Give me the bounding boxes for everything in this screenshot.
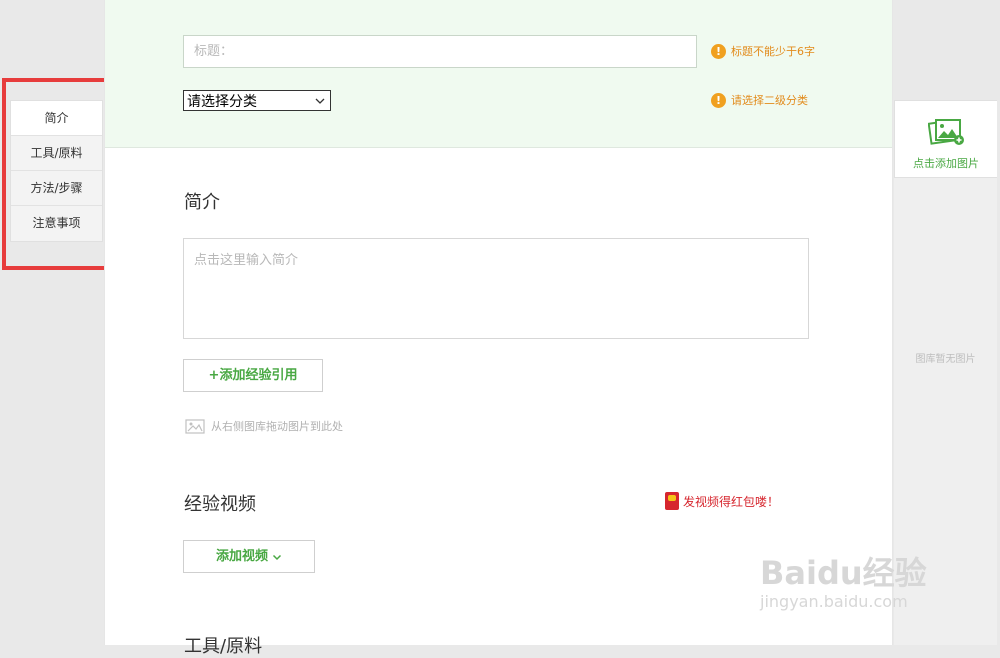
- nav-item-steps[interactable]: 方法/步骤: [11, 171, 102, 206]
- watermark-brand: Baidu经验: [760, 554, 927, 592]
- add-video-button[interactable]: 添加视频: [183, 540, 315, 573]
- title-hint-text: 标题不能少于6字: [731, 45, 815, 58]
- intro-heading: 简介: [184, 192, 220, 213]
- image-icon: [185, 419, 205, 434]
- chevron-down-icon: [272, 554, 282, 560]
- warning-icon: !: [711, 92, 726, 108]
- video-promo[interactable]: 发视频得红包喽！: [665, 492, 779, 510]
- red-envelope-icon: [665, 492, 679, 510]
- watermark-url: jingyan.baidu.com: [760, 592, 908, 611]
- add-reference-button[interactable]: +添加经验引用: [183, 359, 323, 392]
- empty-library-text: 图库暂无图片: [915, 354, 976, 365]
- drag-hint-text: 从右侧图库拖动图片到此处: [211, 420, 343, 433]
- warning-icon: !: [711, 43, 726, 59]
- nav-item-notes[interactable]: 注意事项: [11, 206, 102, 241]
- add-image-button[interactable]: 点击添加图片: [894, 100, 997, 178]
- category-hint: ! 请选择二级分类: [711, 92, 808, 108]
- baidu-watermark: Baidu经验 jingyan.baidu.com: [760, 548, 927, 611]
- title-hint: ! 标题不能少于6字: [711, 43, 815, 59]
- intro-textarea[interactable]: 点击这里输入简介: [183, 238, 809, 339]
- title-input[interactable]: [183, 35, 697, 68]
- chevron-down-icon: [315, 98, 325, 104]
- add-image-icon: [927, 119, 964, 145]
- video-heading: 经验视频: [184, 494, 256, 515]
- nav-item-intro[interactable]: 简介: [11, 101, 102, 136]
- nav-item-tools[interactable]: 工具/原料: [11, 136, 102, 171]
- tools-heading: 工具/原料: [184, 636, 263, 657]
- category-hint-text: 请选择二级分类: [731, 94, 808, 107]
- video-promo-text: 发视频得红包喽！: [683, 494, 780, 509]
- category-selected-value: 请选择分类: [187, 93, 257, 110]
- add-image-label: 点击添加图片: [913, 157, 979, 170]
- header-panel: ! 标题不能少于6字 请选择分类 ! 请选择二级分类: [105, 0, 892, 148]
- intro-placeholder: 点击这里输入简介: [194, 253, 299, 268]
- left-nav: 简介 工具/原料 方法/步骤 注意事项: [10, 100, 103, 242]
- category-select[interactable]: 请选择分类: [183, 90, 331, 111]
- add-video-label: 添加视频: [215, 549, 268, 564]
- drag-image-hint: 从右侧图库拖动图片到此处: [185, 418, 343, 434]
